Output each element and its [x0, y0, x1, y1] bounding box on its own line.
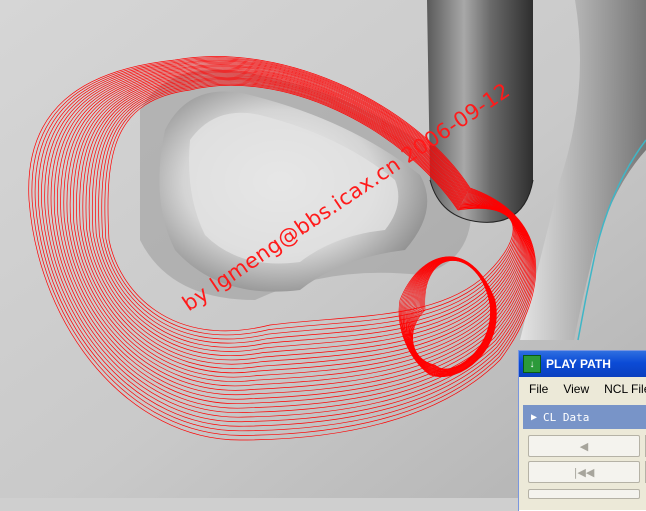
- step-back-icon: ◀: [579, 439, 589, 453]
- play-path-icon: ↓: [523, 355, 541, 373]
- step-back-button[interactable]: ◀: [528, 435, 640, 457]
- panel-title: PLAY PATH: [546, 357, 611, 371]
- expand-arrow-icon[interactable]: ▶: [531, 412, 537, 423]
- tree-item-label: CL Data: [543, 410, 590, 424]
- menu-view[interactable]: View: [555, 382, 596, 396]
- menu-ncl-file[interactable]: NCL File: [596, 382, 646, 396]
- play-path-panel[interactable]: ↓ PLAY PATH File View NCL File ▶ CL Data…: [518, 350, 646, 511]
- rewind-button[interactable]: |◀◀: [528, 461, 640, 483]
- rewind-icon: |◀◀: [573, 465, 595, 479]
- tree-item-cl-data[interactable]: ▶ CL Data: [523, 405, 646, 429]
- panel-titlebar[interactable]: ↓ PLAY PATH: [519, 351, 646, 377]
- panel-menubar: File View NCL File: [519, 377, 646, 401]
- menu-file[interactable]: File: [521, 382, 555, 396]
